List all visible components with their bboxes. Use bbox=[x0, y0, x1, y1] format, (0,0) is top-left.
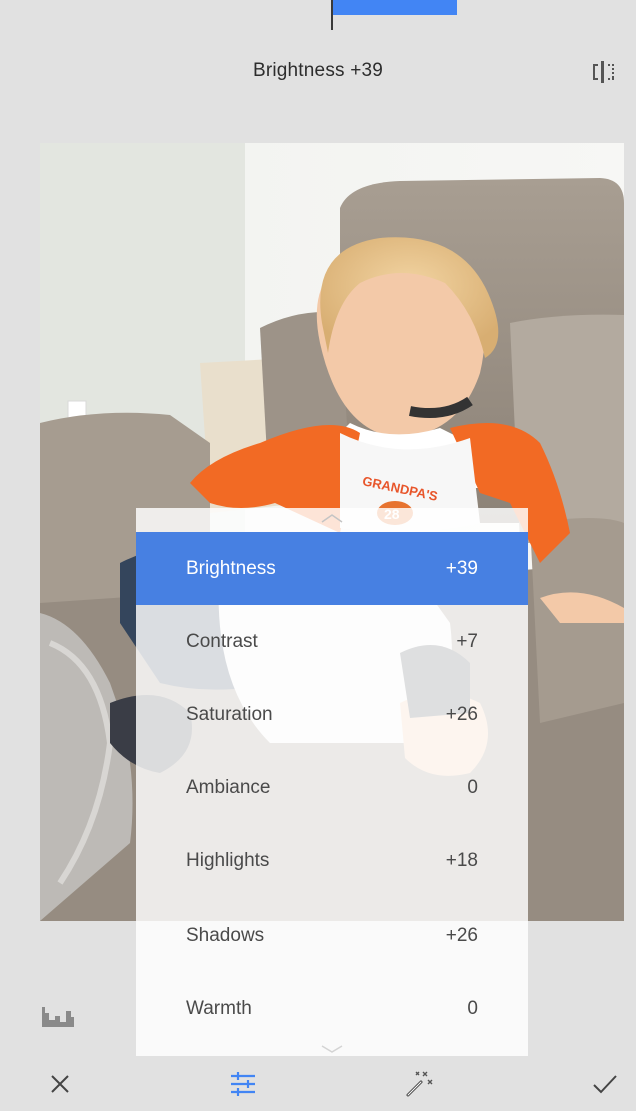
menu-item-value: +18 bbox=[445, 849, 478, 871]
menu-item-value: 0 bbox=[467, 997, 478, 1019]
menu-item-contrast[interactable]: Contrast +7 bbox=[136, 605, 528, 678]
menu-item-label: Warmth bbox=[186, 997, 252, 1019]
check-icon bbox=[593, 1074, 617, 1093]
menu-item-label: Saturation bbox=[186, 703, 273, 725]
tune-button[interactable] bbox=[213, 1056, 273, 1111]
menu-item-brightness[interactable]: Brightness +39 bbox=[136, 532, 528, 605]
adjust-menu: Brightness +39 Contrast +7 Saturation +2… bbox=[136, 508, 528, 1056]
menu-item-value: 0 bbox=[467, 776, 478, 798]
page-title: Brightness +39 bbox=[252, 60, 384, 81]
top-panel-indicator bbox=[331, 0, 457, 30]
bottom-toolbar bbox=[0, 1056, 636, 1111]
close-icon bbox=[51, 1074, 69, 1093]
menu-item-value: +7 bbox=[456, 630, 478, 652]
menu-scroll-down[interactable] bbox=[136, 1044, 528, 1056]
menu-item-shadows[interactable]: Shadows +26 bbox=[136, 899, 528, 972]
chevron-down-icon bbox=[321, 1045, 343, 1053]
histogram-button[interactable] bbox=[42, 1005, 76, 1029]
menu-item-value: +39 bbox=[445, 557, 478, 579]
compare-icon bbox=[593, 61, 614, 83]
menu-scroll-up[interactable] bbox=[136, 512, 528, 528]
menu-item-label: Contrast bbox=[186, 630, 258, 652]
tune-icon bbox=[231, 1071, 255, 1096]
chevron-up-icon bbox=[321, 514, 343, 523]
auto-adjust-button[interactable] bbox=[389, 1056, 449, 1111]
menu-item-label: Highlights bbox=[186, 849, 270, 871]
menu-item-value: +26 bbox=[445, 924, 478, 946]
menu-item-highlights[interactable]: Highlights +18 bbox=[136, 824, 528, 897]
menu-item-label: Shadows bbox=[186, 924, 265, 946]
menu-item-value: +26 bbox=[445, 703, 478, 725]
histogram-icon bbox=[42, 1007, 74, 1027]
top-indicator-bar bbox=[333, 0, 457, 15]
menu-item-ambiance[interactable]: Ambiance 0 bbox=[136, 751, 528, 824]
auto-magic-icon bbox=[406, 1071, 433, 1096]
top-indicator-tick bbox=[331, 0, 333, 30]
menu-item-label: Brightness bbox=[186, 557, 276, 579]
cancel-button[interactable] bbox=[30, 1056, 90, 1111]
apply-button[interactable] bbox=[575, 1056, 635, 1111]
compare-button[interactable] bbox=[588, 58, 620, 86]
menu-item-saturation[interactable]: Saturation +26 bbox=[136, 678, 528, 751]
menu-item-label: Ambiance bbox=[186, 776, 271, 798]
menu-item-warmth[interactable]: Warmth 0 bbox=[136, 972, 528, 1045]
